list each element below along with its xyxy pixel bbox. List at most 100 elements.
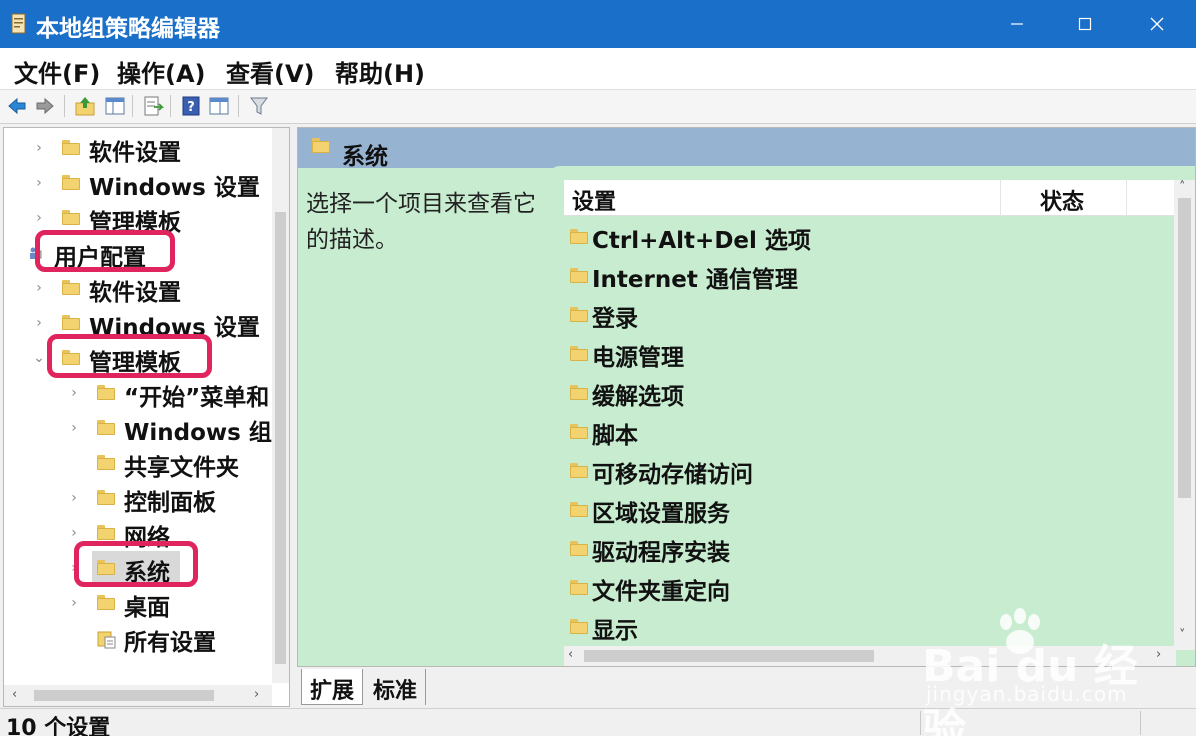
folder-icon	[570, 268, 588, 283]
close-button[interactable]	[1122, 0, 1192, 48]
folder-icon	[570, 580, 588, 595]
details-header: 系统	[298, 128, 1195, 170]
tree-item-windows-components[interactable]: › Windows 组	[4, 411, 272, 446]
watermark-url: jingyan.baidu.com	[926, 682, 1128, 706]
list-item-label: 显示	[592, 618, 638, 644]
list-item[interactable]: 文件夹重定向	[564, 569, 1164, 607]
folder-icon	[570, 541, 588, 556]
list-header: 设置 状态	[564, 180, 1176, 216]
tree-item-label: 软件设置	[89, 140, 181, 166]
baidu-jingyan-watermark: Bai du 经验 jingyan.baidu.com	[922, 608, 1162, 736]
list-item-label: Ctrl+Alt+Del 选项	[592, 228, 811, 254]
toolbar-separator	[238, 95, 239, 117]
list-item[interactable]: Internet 通信管理	[564, 257, 1164, 295]
maximize-button[interactable]	[1050, 0, 1120, 48]
scrollbar-thumb[interactable]	[1178, 198, 1191, 498]
scrollbar-thumb[interactable]	[584, 650, 874, 662]
list-vertical-scrollbar[interactable]: ˄ ˅	[1174, 180, 1195, 650]
tree-item-user-software-settings[interactable]: › 软件设置	[4, 271, 272, 306]
expand-chevron-icon[interactable]: ›	[67, 525, 81, 541]
scroll-left-icon[interactable]: ‹	[12, 687, 17, 702]
scrollbar-thumb[interactable]	[275, 212, 286, 664]
policy-editor-app-icon	[11, 13, 26, 34]
expand-chevron-icon[interactable]: ›	[67, 490, 81, 506]
tab-extended[interactable]: 扩展	[301, 669, 364, 705]
column-divider[interactable]	[1126, 180, 1127, 216]
filter-icon[interactable]	[248, 95, 270, 117]
export-list-icon[interactable]	[142, 95, 164, 117]
expand-chevron-icon[interactable]: ›	[32, 280, 46, 296]
properties-icon[interactable]	[208, 95, 230, 117]
list-item-label: Internet 通信管理	[592, 267, 798, 293]
folder-icon	[97, 455, 115, 470]
minimize-button[interactable]	[982, 0, 1052, 48]
expand-chevron-icon[interactable]: ›	[67, 420, 81, 436]
folder-icon	[62, 210, 80, 225]
forward-icon[interactable]	[34, 95, 56, 117]
tree-item-shared-folders[interactable]: 共享文件夹	[4, 446, 272, 481]
tree-item-label: Windows 设置	[89, 175, 260, 201]
minimize-icon	[1011, 23, 1023, 25]
expand-chevron-icon[interactable]: ›	[67, 595, 81, 611]
svg-text:?: ?	[187, 100, 195, 115]
menu-file[interactable]: 文件(F)	[14, 54, 100, 89]
column-header-setting[interactable]: 设置	[572, 184, 616, 216]
list-item[interactable]: 缓解选项	[564, 374, 1164, 412]
list-item-label: 驱动程序安装	[592, 540, 730, 566]
tree-item-desktop[interactable]: › 桌面	[4, 586, 272, 621]
folder-icon	[570, 307, 588, 322]
list-item[interactable]: 电源管理	[564, 335, 1164, 373]
expand-chevron-icon[interactable]: ›	[32, 315, 46, 331]
tree-item-label: 控制面板	[124, 490, 216, 516]
scroll-up-icon[interactable]: ˄	[1179, 180, 1186, 195]
back-icon[interactable]	[6, 95, 28, 117]
status-setting-count: 10 个设置	[6, 716, 111, 736]
menu-view[interactable]: 查看(V)	[226, 54, 315, 89]
list-item[interactable]: Ctrl+Alt+Del 选项	[564, 218, 1164, 256]
highlight-admin-templates	[47, 334, 212, 378]
tree-item-label: 桌面	[124, 595, 170, 621]
folder-icon	[570, 346, 588, 361]
maximize-icon	[1078, 17, 1092, 31]
scroll-down-icon[interactable]: ˅	[1179, 628, 1186, 643]
tree-item-label: 软件设置	[89, 280, 181, 306]
status-divider	[920, 711, 921, 735]
menu-help[interactable]: 帮助(H)	[335, 54, 425, 89]
tree-vertical-scrollbar[interactable]	[272, 128, 289, 683]
list-item[interactable]: 区域设置服务	[564, 491, 1164, 529]
scrollbar-thumb[interactable]	[34, 690, 214, 701]
all-settings-icon	[97, 631, 116, 649]
folder-icon	[312, 138, 330, 153]
list-item[interactable]: 脚本	[564, 413, 1164, 451]
list-item[interactable]: 登录	[564, 296, 1164, 334]
tree-horizontal-scrollbar[interactable]: ‹ ›	[4, 685, 272, 706]
expand-chevron-icon[interactable]: ›	[67, 385, 81, 401]
scroll-right-icon[interactable]: ›	[254, 687, 259, 702]
column-divider[interactable]	[1000, 180, 1001, 216]
folder-icon	[97, 490, 115, 505]
folder-icon	[97, 420, 115, 435]
tree-item-control-panel[interactable]: › 控制面板	[4, 481, 272, 516]
help-icon[interactable]: ?	[180, 95, 202, 117]
tab-standard[interactable]: 标准	[365, 669, 427, 705]
up-folder-icon[interactable]	[74, 95, 96, 117]
tree-item-software-settings[interactable]: › 软件设置	[4, 131, 272, 166]
expand-chevron-icon[interactable]: ›	[32, 140, 46, 156]
list-item[interactable]: 驱动程序安装	[564, 530, 1164, 568]
folder-icon	[570, 385, 588, 400]
tree-item-all-settings[interactable]: 所有设置	[4, 621, 272, 656]
list-item[interactable]: 可移动存储访问	[564, 452, 1164, 490]
tree-item-label: 共享文件夹	[124, 455, 239, 481]
tree-item-start-menu[interactable]: › “开始”菜单和	[4, 376, 272, 411]
collapse-chevron-icon[interactable]: ⌄	[32, 350, 46, 366]
menu-action[interactable]: 操作(A)	[117, 54, 206, 89]
column-header-status[interactable]: 状态	[1040, 184, 1084, 216]
tree-item-label: Windows 组	[124, 420, 272, 446]
expand-chevron-icon[interactable]: ›	[32, 210, 46, 226]
expand-chevron-icon[interactable]: ›	[32, 175, 46, 191]
scroll-left-icon[interactable]: ‹	[568, 647, 573, 662]
show-hide-tree-icon[interactable]	[104, 95, 126, 117]
folder-icon	[570, 619, 588, 634]
list-item-label: 文件夹重定向	[592, 579, 730, 605]
tree-item-windows-settings[interactable]: › Windows 设置	[4, 166, 272, 201]
